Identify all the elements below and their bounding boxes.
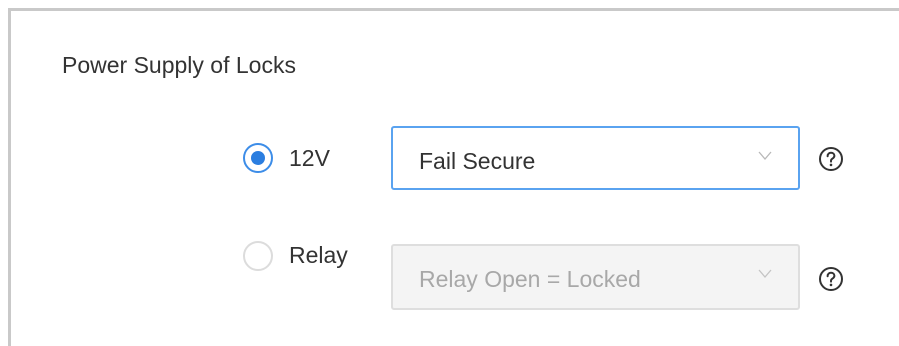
question-circle-icon[interactable] xyxy=(818,266,844,292)
section-title: Power Supply of Locks xyxy=(62,52,296,78)
chevron-down-icon xyxy=(758,151,772,160)
option-row-12v: 12V Fail Secure xyxy=(0,126,899,190)
question-circle-icon[interactable] xyxy=(818,146,844,172)
lock-power-panel: Power Supply of Locks 12V Fail Secure Re… xyxy=(0,0,899,346)
radio-12v[interactable] xyxy=(243,143,273,173)
panel-border-top xyxy=(8,8,899,11)
option-row-relay: Relay Relay Open = Locked xyxy=(0,241,899,310)
radio-checked-icon xyxy=(251,151,265,165)
radio-relay[interactable] xyxy=(243,241,273,271)
lock-type-select-relay[interactable]: Relay Open = Locked xyxy=(391,244,800,310)
lock-type-select-12v[interactable]: Fail Secure xyxy=(391,126,800,190)
radio-label-relay[interactable]: Relay xyxy=(289,240,348,270)
select-value-12v: Fail Secure xyxy=(419,148,536,174)
select-value-relay: Relay Open = Locked xyxy=(419,266,641,292)
chevron-down-icon xyxy=(758,269,772,278)
radio-label-12v[interactable]: 12V xyxy=(289,143,330,173)
